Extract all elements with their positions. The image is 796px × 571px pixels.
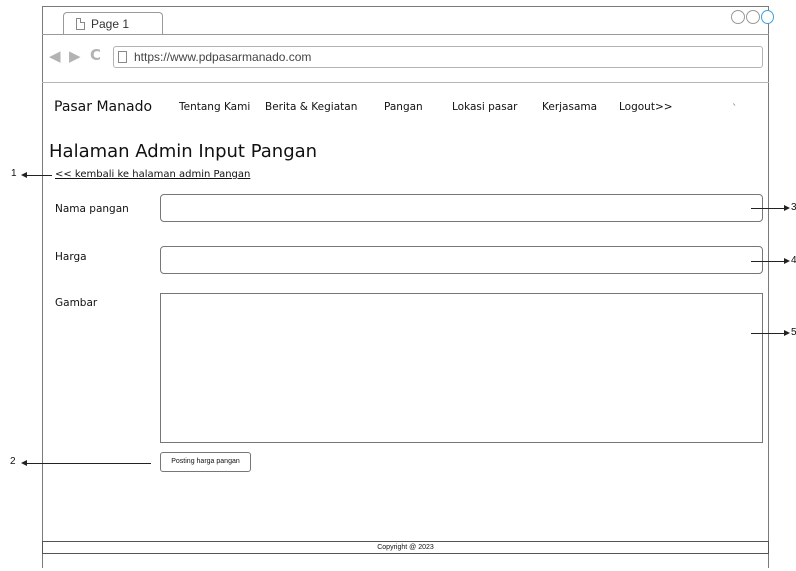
nav-item-berita-kegiatan[interactable]: Berita & Kegiatan [265,101,357,113]
tab-label: Page 1 [91,17,130,31]
annotation-2-line [26,463,151,464]
forward-arrow-icon[interactable]: ▶ [69,47,81,65]
nav-item-lokasi-pasar[interactable]: Lokasi pasar [452,101,517,113]
annotation-5-line [751,333,785,334]
annotation-1-label: 1 [11,168,17,179]
annotation-4-line [751,261,785,262]
browser-window [42,6,769,568]
annotation-4-label: 4 [791,255,796,266]
minimize-circle-icon[interactable] [731,10,745,24]
maximize-circle-icon[interactable] [746,10,760,24]
harga-input[interactable] [160,246,763,274]
nama-pangan-input[interactable] [160,194,763,222]
back-link[interactable]: << kembali ke halaman admin Pangan [55,169,250,180]
annotation-3-line [751,208,785,209]
annotation-3-arrowhead [784,205,790,211]
nama-pangan-label: Nama pangan [55,203,129,215]
close-circle-icon[interactable] [761,10,774,24]
address-bar[interactable]: https://www.pdpasarmanado.com [113,46,763,68]
page-icon [76,18,85,30]
url-text: https://www.pdpasarmanado.com [134,50,312,64]
footer: Copyright @ 2023 [42,541,769,554]
page-title: Halaman Admin Input Pangan [49,141,318,162]
gambar-upload-area[interactable] [160,293,763,443]
back-arrow-icon[interactable]: ◀ [49,47,61,65]
gambar-label: Gambar [55,297,98,309]
nav-item-tentang-kami[interactable]: Tentang Kami [179,101,250,113]
nav-item-logout[interactable]: Logout>> [619,101,673,113]
stray-mark: ` [732,103,738,115]
nav-item-kerjasama[interactable]: Kerjasama [542,101,597,113]
reload-icon[interactable]: C [90,46,101,64]
annotation-1-line [26,175,52,176]
annotation-5-arrowhead [784,330,790,336]
toolbar-divider [42,82,769,83]
site-brand[interactable]: Pasar Manado [54,99,152,115]
annotation-3-label: 3 [791,202,796,213]
nav-item-pangan[interactable]: Pangan [384,101,423,113]
annotation-2-label: 2 [10,456,16,467]
page-icon [118,51,127,63]
harga-label: Harga [55,251,87,263]
tab-bar-divider [42,34,769,35]
annotation-4-arrowhead [784,258,790,264]
browser-tab[interactable]: Page 1 [63,12,163,35]
annotation-5-label: 5 [791,327,796,338]
posting-button[interactable]: Posting harga pangan [160,452,251,472]
